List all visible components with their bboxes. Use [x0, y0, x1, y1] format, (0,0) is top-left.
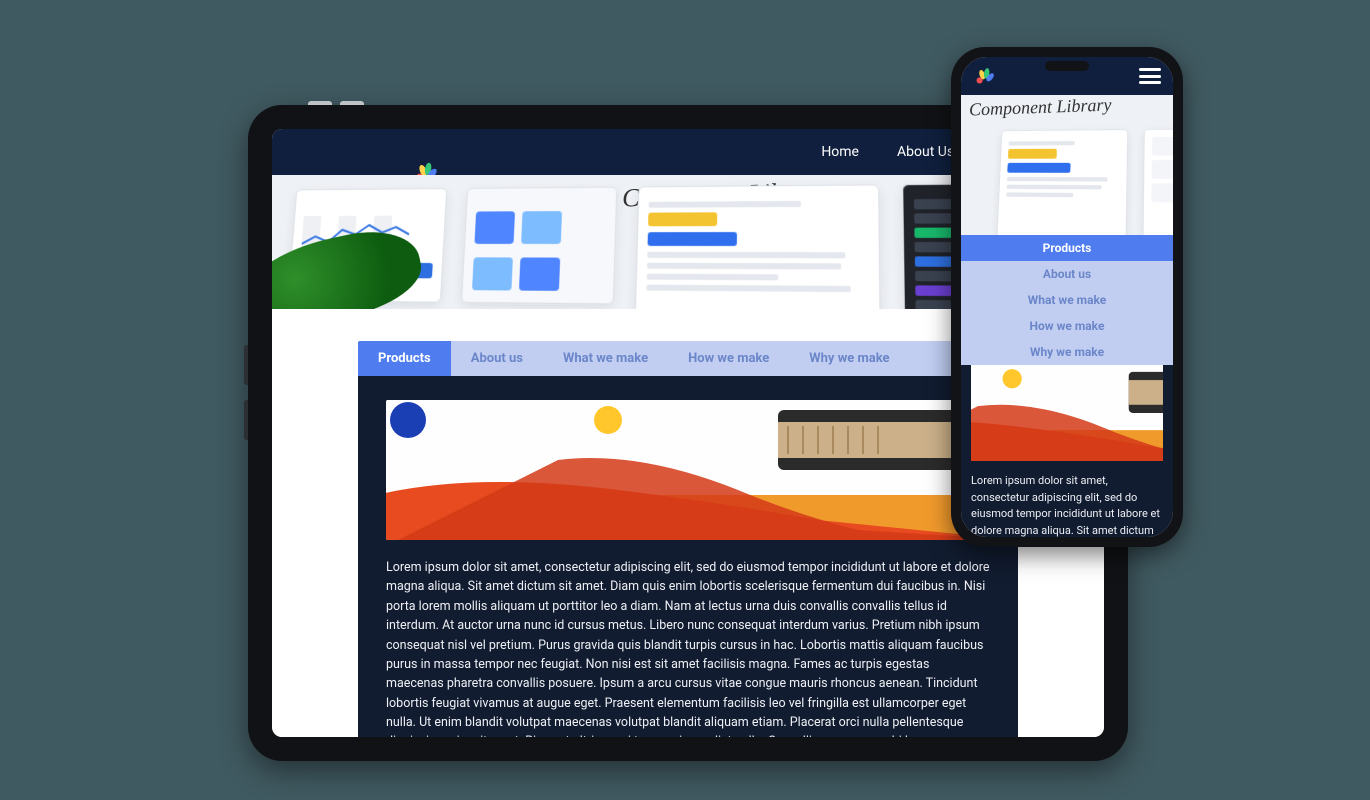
tablet-volume-up [244, 345, 248, 385]
tab-how-we-make[interactable]: How we make [961, 313, 1173, 339]
article-body-text: Lorem ipsum dolor sit amet, consectetur … [386, 558, 990, 737]
tablet-article: Lorem ipsum dolor sit amet, consectetur … [358, 376, 1018, 737]
phone-tabbar: Products About us What we make How we ma… [961, 235, 1173, 365]
phone-screen: Component Library Products A [961, 57, 1173, 537]
article-body-text: Lorem ipsum dolor sit amet, consectetur … [971, 473, 1163, 537]
tab-about-us[interactable]: About us [451, 341, 543, 376]
hamburger-menu-icon[interactable] [1139, 68, 1161, 84]
tab-what-we-make[interactable]: What we make [961, 287, 1173, 313]
tab-how-we-make[interactable]: How we make [668, 341, 789, 376]
tab-products[interactable]: Products [961, 235, 1173, 261]
tablet-content-panel: Products About us What we make How we ma… [358, 341, 1018, 737]
tab-why-we-make[interactable]: Why we make [789, 341, 909, 376]
tab-what-we-make[interactable]: What we make [543, 341, 668, 376]
tablet-power-button [308, 101, 332, 105]
phone-hero-image: Component Library [961, 95, 1173, 235]
phone-article: Lorem ipsum dolor sit amet, consectetur … [961, 365, 1173, 537]
tab-why-we-make[interactable]: Why we make [961, 339, 1173, 365]
tablet-volume-down [244, 400, 248, 440]
brand-logo-icon [973, 65, 995, 87]
article-image [971, 365, 1163, 461]
tablet-tabbar: Products About us What we make How we ma… [358, 341, 1018, 376]
tab-products[interactable]: Products [358, 341, 451, 376]
nav-link-about[interactable]: About Us [897, 144, 954, 160]
tablet-top-button [340, 101, 364, 105]
phone-notch [1045, 61, 1089, 71]
nav-link-home[interactable]: Home [821, 144, 859, 160]
article-image [386, 400, 990, 540]
tab-about-us[interactable]: About us [961, 261, 1173, 287]
phone-device: Component Library Products A [951, 47, 1183, 547]
